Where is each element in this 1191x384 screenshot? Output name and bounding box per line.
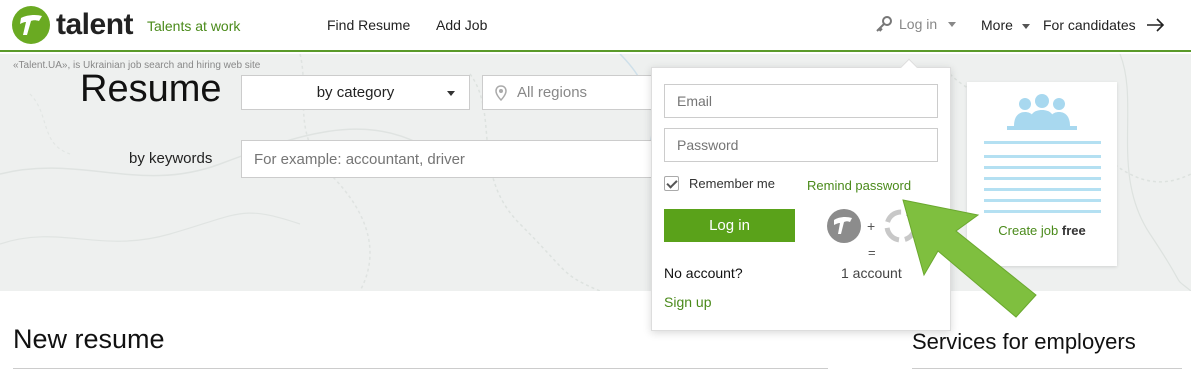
remind-password-link[interactable]: Remind password: [807, 178, 911, 193]
page-title: Resume: [80, 68, 222, 110]
tagline: Talents at work: [147, 18, 241, 34]
pointer-arrow-icon: [902, 199, 1037, 318]
more-menu[interactable]: More: [981, 17, 1030, 33]
key-icon: [876, 16, 892, 32]
sign-up-link[interactable]: Sign up: [664, 294, 711, 310]
chevron-down-icon: [447, 91, 455, 96]
no-account-text: No account?: [664, 265, 743, 281]
divider: [912, 368, 1182, 369]
chevron-down-icon: [948, 21, 957, 27]
region-placeholder: All regions: [517, 84, 588, 101]
free-label: free: [1061, 223, 1086, 238]
location-pin-icon: [495, 85, 507, 101]
login-label: Log in: [899, 16, 938, 32]
arrow-right-icon: [1146, 18, 1164, 32]
chevron-down-icon: [1021, 23, 1030, 29]
candidates-label: For candidates: [1043, 17, 1136, 33]
logo[interactable]: talent: [12, 6, 134, 44]
remember-checkbox[interactable]: [664, 176, 679, 191]
for-candidates-link[interactable]: For candidates: [1043, 17, 1166, 33]
equals-sign: =: [868, 245, 876, 260]
plus-sign: +: [867, 218, 876, 234]
logo-text: talent: [56, 8, 134, 41]
login-button[interactable]: Log in: [664, 209, 795, 242]
new-resume-heading: New resume: [13, 324, 165, 354]
keywords-label: by keywords: [129, 150, 213, 167]
top-header: talent Talents at work Find Resume Add J…: [0, 0, 1191, 52]
nav-add-job[interactable]: Add Job: [436, 17, 487, 33]
password-field[interactable]: [664, 128, 938, 162]
email-field[interactable]: [664, 84, 938, 118]
keywords-input[interactable]: [241, 140, 661, 178]
category-select-value: by category: [316, 84, 395, 101]
remember-me[interactable]: Remember me: [664, 176, 775, 191]
talent-logo-icon: [12, 6, 50, 44]
one-account-label: 1 account: [841, 265, 902, 281]
nav-find-resume[interactable]: Find Resume: [327, 17, 410, 33]
more-label: More: [981, 17, 1013, 33]
remember-label: Remember me: [689, 176, 775, 191]
region-select[interactable]: All regions: [482, 75, 662, 110]
divider: [13, 368, 828, 369]
category-select[interactable]: by category: [241, 75, 470, 110]
login-menu[interactable]: Log in: [875, 15, 957, 33]
services-heading: Services for employers: [912, 329, 1136, 354]
